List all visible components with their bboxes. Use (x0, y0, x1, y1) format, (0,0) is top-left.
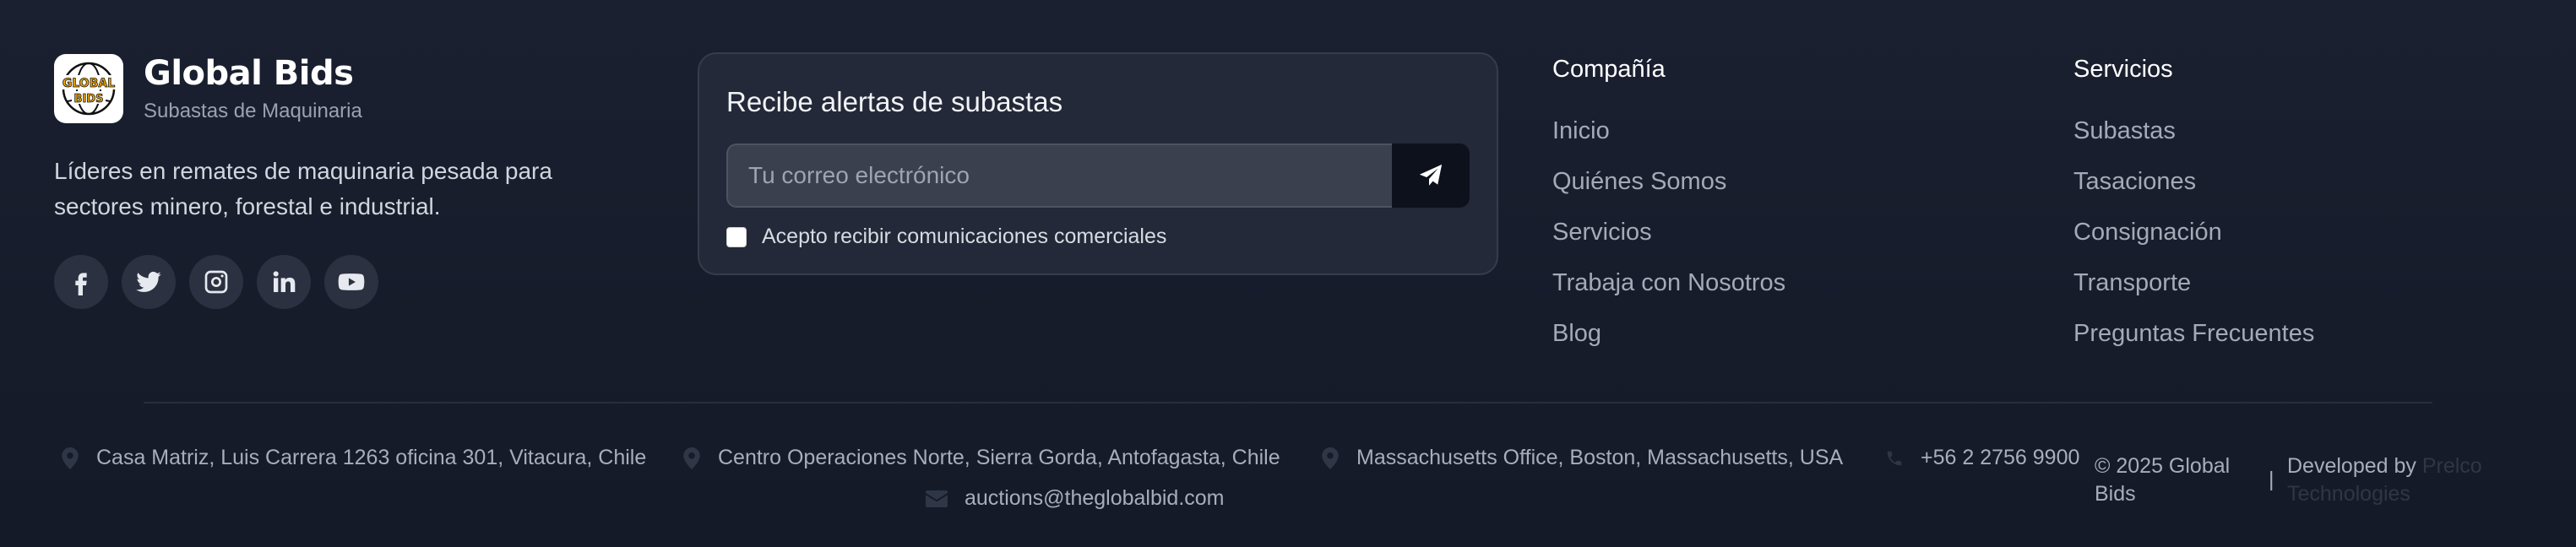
consent-checkbox[interactable] (726, 226, 747, 247)
address-north-text: Centro Operaciones Norte, Sierra Gorda, … (718, 446, 1280, 469)
map-pin-icon (62, 447, 79, 469)
twitter-link[interactable] (122, 255, 176, 309)
youtube-icon (338, 274, 365, 290)
newsletter-form (726, 144, 1470, 208)
company-link-quienes-somos[interactable]: Quiénes Somos (1552, 166, 1785, 217)
company-link-servicios[interactable]: Servicios (1552, 217, 1785, 268)
contact-address-north: Centro Operaciones Norte, Sierra Gorda, … (682, 446, 1280, 470)
company-title: Compañía (1552, 56, 1666, 83)
company-link-blog[interactable]: Blog (1552, 318, 1785, 369)
footer-divider (144, 402, 2432, 403)
logo-text-top: GLOBAL (62, 77, 115, 90)
social-links (54, 255, 645, 309)
phone-icon (1887, 451, 1902, 465)
envelope-icon (926, 490, 948, 507)
newsletter-submit-button[interactable] (1392, 144, 1470, 208)
contact-address-usa: Massachusetts Office, Boston, Massachuse… (1321, 446, 1843, 470)
globe-logo-icon: GLOBAL BIDS (60, 62, 117, 116)
services-link-subastas[interactable]: Subastas (2073, 116, 2314, 166)
brand-section: GLOBAL BIDS Global Bids Subastas de Maqu… (54, 54, 645, 309)
company-column: Compañía Inicio Quiénes Somos Servicios … (1552, 56, 1785, 369)
company-links: Inicio Quiénes Somos Servicios Trabaja c… (1552, 116, 1785, 369)
brand-text: Global Bids Subastas de Maquinaria (144, 54, 362, 123)
consent-label: Acepto recibir comunicaciones comerciale… (762, 225, 1167, 248)
brand-header: GLOBAL BIDS Global Bids Subastas de Maqu… (54, 54, 645, 123)
youtube-link[interactable] (324, 255, 378, 309)
contact-phone[interactable]: +56 2 2756 9900 (1885, 446, 2079, 470)
address-usa-text: Massachusetts Office, Boston, Massachuse… (1356, 446, 1844, 469)
phone-text[interactable]: +56 2 2756 9900 (1921, 446, 2079, 470)
services-link-tasaciones[interactable]: Tasaciones (2073, 166, 2314, 217)
linkedin-icon (273, 271, 296, 292)
services-link-faq[interactable]: Preguntas Frecuentes (2073, 318, 2314, 369)
contact-address-main: Casa Matriz, Luis Carrera 1263 oficina 3… (61, 446, 646, 470)
brand-logo[interactable]: GLOBAL BIDS (54, 54, 123, 123)
legal-separator: | (2269, 468, 2274, 491)
newsletter-title: Recibe alertas de subastas (726, 86, 1063, 117)
contact-email[interactable]: auctions@theglobalbid.com (926, 486, 1225, 511)
newsletter-email-input[interactable] (726, 144, 1392, 208)
email-text[interactable]: auctions@theglobalbid.com (965, 486, 1225, 511)
services-links: Subastas Tasaciones Consignación Transpo… (2073, 116, 2314, 369)
services-column: Servicios Subastas Tasaciones Consignaci… (2073, 56, 2314, 369)
newsletter-card: Recibe alertas de subastas Acepto recibi… (698, 52, 1498, 275)
company-link-inicio[interactable]: Inicio (1552, 116, 1785, 166)
developed-by-label: Developed by (2287, 454, 2416, 478)
newsletter-consent[interactable]: Acepto recibir comunicaciones comerciale… (726, 225, 1470, 249)
address-main-text: Casa Matriz, Luis Carrera 1263 oficina 3… (96, 446, 647, 469)
brand-description: Líderes en remates de maquinaria pesada … (54, 158, 552, 219)
brand-name[interactable]: Global Bids (144, 54, 362, 93)
facebook-link[interactable] (54, 255, 108, 309)
services-link-transporte[interactable]: Transporte (2073, 268, 2314, 318)
facebook-icon (75, 273, 87, 295)
instagram-link[interactable] (189, 255, 243, 309)
services-title: Servicios (2073, 56, 2173, 83)
map-pin-icon (1322, 447, 1339, 469)
company-link-trabaja[interactable]: Trabaja con Nosotros (1552, 268, 1785, 318)
paper-plane-icon (1419, 164, 1443, 186)
instagram-icon (204, 270, 228, 294)
developed-by: Developed by Prelco Technologies (2287, 452, 2498, 508)
copyright: © 2025 Global Bids (2095, 454, 2231, 506)
twitter-icon (136, 271, 161, 292)
linkedin-link[interactable] (257, 255, 311, 309)
services-link-consignacion[interactable]: Consignación (2073, 217, 2314, 268)
logo-text-bottom: BIDS (74, 93, 104, 106)
brand-tagline: Subastas de Maquinaria (144, 100, 362, 122)
map-pin-icon (683, 447, 700, 469)
